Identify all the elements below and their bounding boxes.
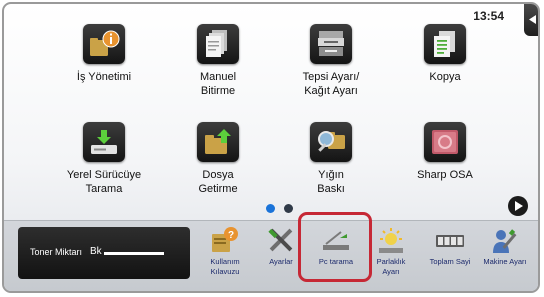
tile-label: Kopya	[429, 71, 461, 83]
next-page-button[interactable]	[508, 196, 528, 216]
tile-scan-to-local-drive[interactable]: Yerel Sürücüye Tarama	[44, 122, 164, 196]
sharp-osa-icon	[424, 122, 466, 162]
side-panel-tab[interactable]	[524, 4, 538, 36]
page-dot-active[interactable]	[266, 204, 275, 213]
bottom-bar: Toner Miktarı Bk ? Kullanım Kılavuzu Aya…	[4, 220, 538, 291]
brightness-icon	[379, 228, 403, 253]
clock: 13:54	[473, 9, 504, 23]
tile-manual-finish[interactable]: Manuel Bitirme	[158, 24, 278, 98]
toner-status: Toner Miktarı Bk	[18, 227, 190, 279]
tile-label: Tepsi Ayarı/ Kağıt Ayarı	[302, 71, 360, 97]
manual-finish-icon	[197, 24, 239, 64]
tile-file-retrieve[interactable]: Dosya Getirme	[158, 122, 278, 196]
svg-text:?: ?	[228, 230, 234, 241]
tile-label: İş Yönetimi	[76, 71, 132, 83]
file-retrieve-icon	[197, 122, 239, 162]
tile-label: Sharp OSA	[417, 169, 473, 181]
job-status-icon	[83, 24, 125, 64]
page-indicator	[266, 200, 302, 218]
pc-scan-highlight-box	[298, 212, 372, 282]
toner-color: Bk	[90, 246, 102, 257]
toner-label: Toner Miktarı	[30, 247, 83, 257]
machine-settings-label: Makine Ayarı	[483, 257, 527, 266]
tile-label: Manuel Bitirme	[199, 71, 237, 97]
brightness-label: Parlaklık Ayarı	[376, 257, 406, 276]
scan-to-local-drive-icon	[83, 122, 125, 162]
page-dot[interactable]	[284, 204, 293, 213]
tools-icon	[268, 228, 293, 252]
bulk-print-icon	[310, 122, 352, 162]
tile-job-status[interactable]: İş Yönetimi	[44, 24, 164, 84]
tile-sharp-osa[interactable]: Sharp OSA	[385, 122, 505, 182]
toner-level-bar	[104, 252, 164, 255]
help-manual-icon: ?	[212, 227, 238, 252]
machine-settings-icon	[493, 229, 517, 253]
tile-copy[interactable]: Kopya	[385, 24, 505, 84]
play-right-icon	[515, 201, 523, 211]
tile-tray-settings[interactable]: Tepsi Ayarı/ Kağıt Ayarı	[271, 24, 391, 98]
total-count-icon	[436, 235, 464, 247]
triangle-left-icon	[529, 15, 536, 24]
tile-bulk-print[interactable]: Yığın Baskı	[271, 122, 391, 196]
tray-settings-icon	[310, 24, 352, 64]
user-manual-label: Kullanım Kılavuzu	[210, 257, 240, 276]
copy-icon	[424, 24, 466, 64]
tile-label: Yığın Baskı	[317, 169, 345, 195]
tile-label: Dosya Getirme	[198, 169, 238, 195]
tile-label: Yerel Sürücüye Tarama	[66, 169, 142, 195]
touch-panel-screen: 13:54 İş Yönetimi Manuel Bitirme Tepsi A…	[2, 2, 540, 293]
machine-settings-button[interactable]: Makine Ayarı	[472, 225, 538, 267]
